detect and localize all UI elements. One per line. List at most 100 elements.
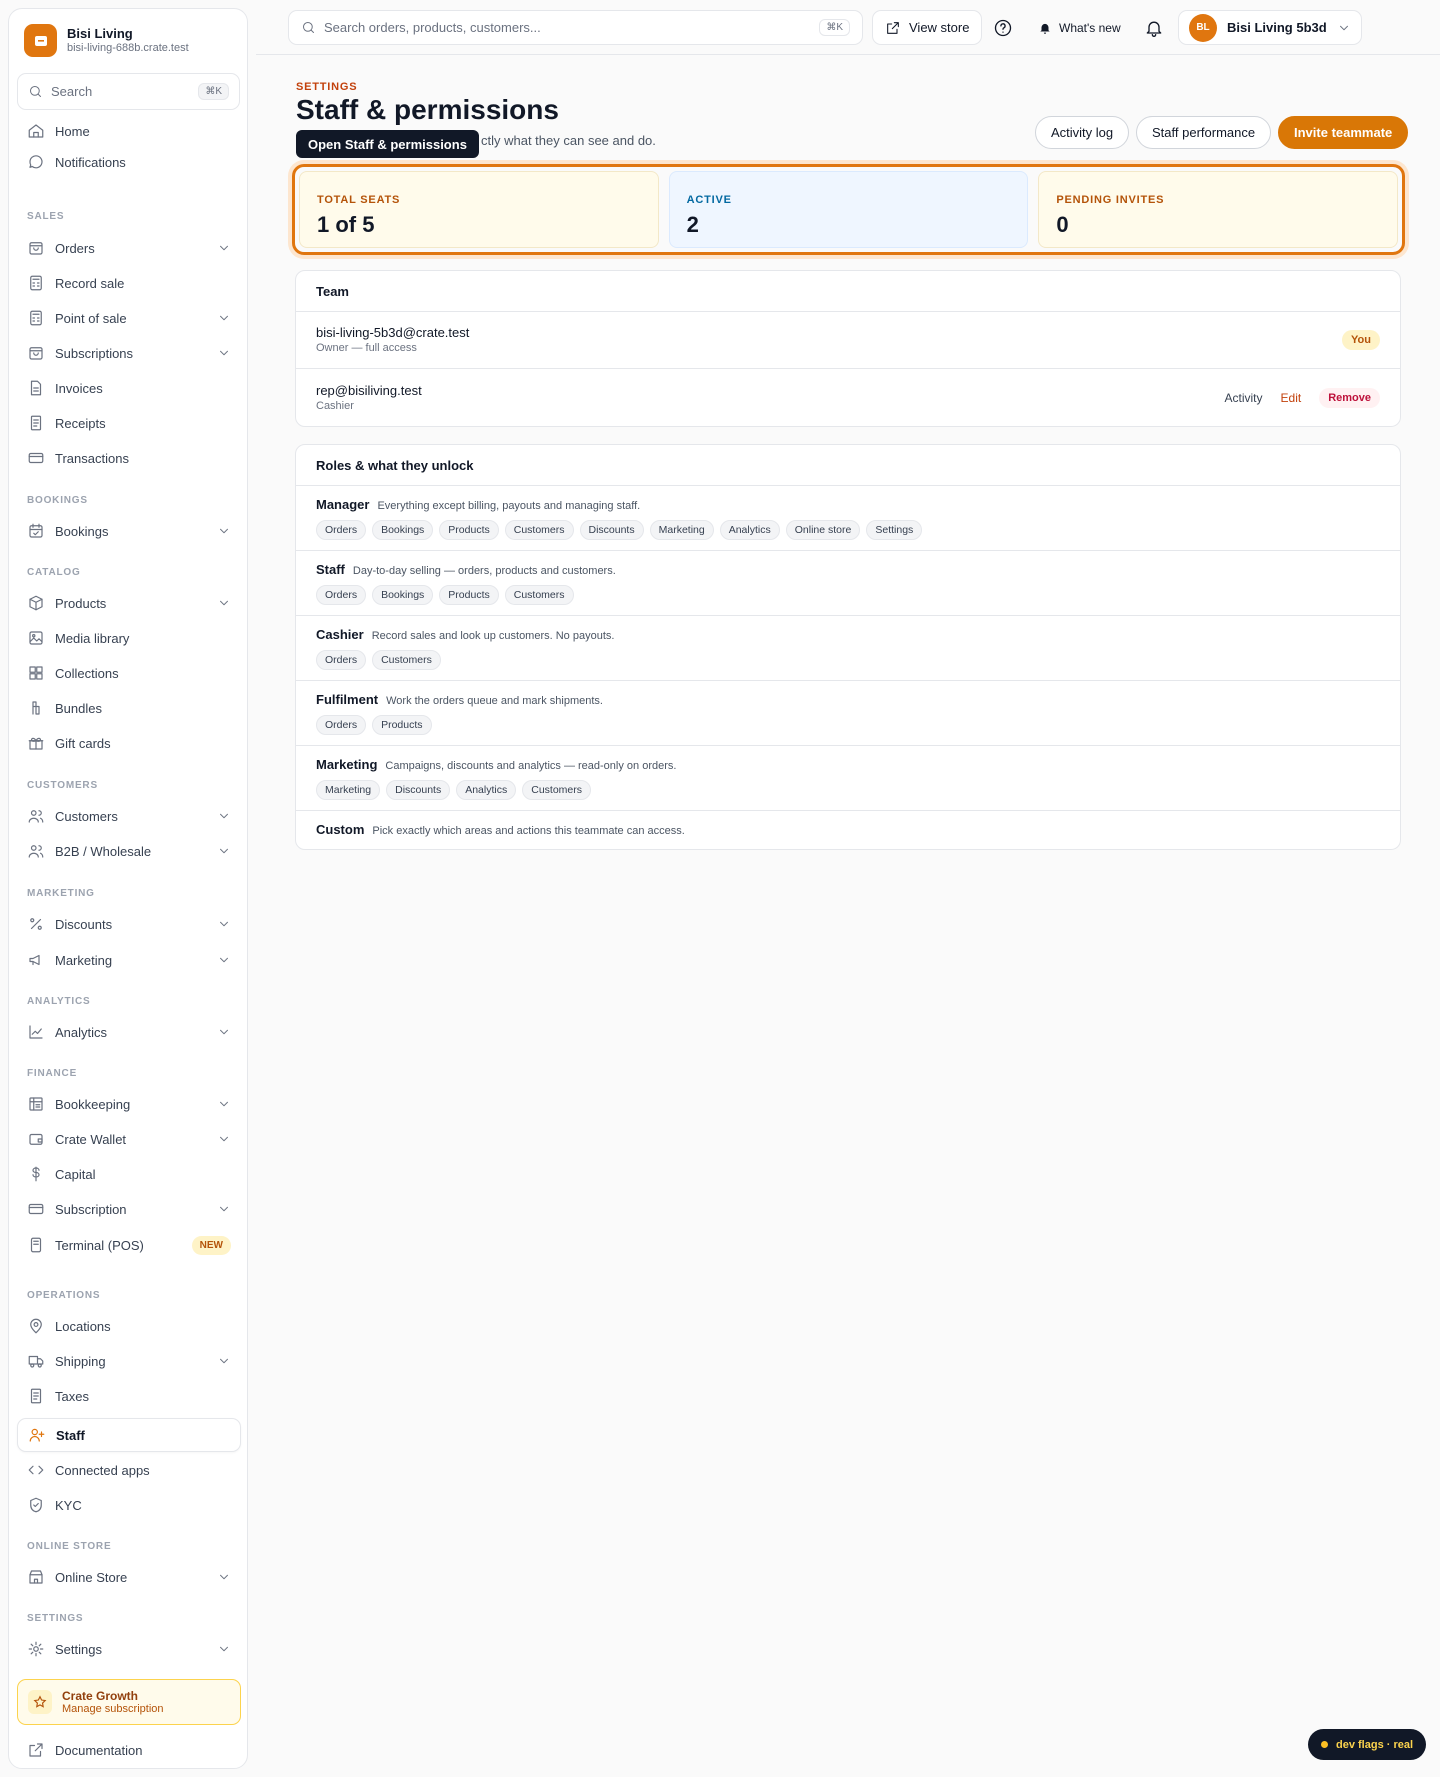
- sidebar-item-media-library[interactable]: Media library: [17, 621, 241, 655]
- sidebar-item-capital[interactable]: Capital: [17, 1157, 241, 1191]
- sidebar-search[interactable]: Search ⌘K: [17, 73, 240, 110]
- crate-growth-card[interactable]: Crate Growth Manage subscription: [17, 1679, 241, 1725]
- chevron-down-icon[interactable]: [217, 1132, 231, 1146]
- sidebar-item-marketing[interactable]: Marketing: [17, 943, 241, 977]
- sidebar-item-customers[interactable]: Customers: [17, 799, 241, 833]
- sidebar-item-online-store[interactable]: Online Store: [17, 1560, 241, 1594]
- permission-chip: Bookings: [372, 585, 434, 605]
- chevron-down-icon[interactable]: [217, 1642, 231, 1656]
- credit-card-icon: [28, 452, 44, 464]
- chevron-down-icon[interactable]: [217, 1097, 231, 1111]
- permission-chip: Orders: [316, 585, 367, 605]
- chevron-down-icon[interactable]: [217, 1354, 231, 1368]
- chevron-down-icon[interactable]: [217, 953, 231, 967]
- sidebar-item-kyc[interactable]: KYC: [17, 1488, 241, 1522]
- permission-chips: Marketing Discounts Analytics Customers: [316, 780, 1380, 800]
- permission-chip: Marketing: [649, 520, 714, 540]
- dev-flags-pill[interactable]: dev flags · real: [1308, 1729, 1427, 1760]
- ledger-icon: [29, 1097, 43, 1111]
- help-button[interactable]: [993, 10, 1013, 45]
- sidebar-item-label: Staff: [56, 1427, 85, 1443]
- sidebar-item-orders[interactable]: Orders: [17, 231, 241, 265]
- sidebar-item-gift-cards[interactable]: Gift cards: [17, 726, 241, 760]
- sidebar-item-label: Documentation: [55, 1742, 143, 1758]
- sidebar-item-shipping[interactable]: Shipping: [17, 1344, 241, 1378]
- terminal-icon: [30, 1237, 42, 1253]
- sidebar-item-bookings[interactable]: Bookings: [17, 514, 241, 548]
- sidebar-section-finance: FINANCE: [27, 1068, 78, 1079]
- chevron-down-icon[interactable]: [217, 1570, 231, 1584]
- chevron-down-icon[interactable]: [217, 524, 231, 538]
- sidebar-item-subscription[interactable]: Subscription: [17, 1192, 241, 1226]
- member-activity-link[interactable]: Activity: [1225, 391, 1263, 405]
- sidebar-item-terminal-pos[interactable]: Terminal (POS) NEW: [17, 1228, 241, 1262]
- sidebar-item-analytics[interactable]: Analytics: [17, 1015, 241, 1049]
- activity-log-button[interactable]: Activity log: [1035, 116, 1130, 149]
- sidebar-item-receipts[interactable]: Receipts: [17, 406, 241, 440]
- dollar-icon: [32, 1166, 40, 1182]
- sidebar-search-label: Search: [51, 84, 93, 99]
- whats-new-button[interactable]: What's new: [1038, 10, 1121, 45]
- sidebar-item-b2b-wholesale[interactable]: B2B / Wholesale: [17, 834, 241, 868]
- avatar: BL: [1189, 13, 1217, 42]
- sidebar-item-point-of-sale[interactable]: Point of sale: [17, 301, 241, 335]
- member-edit-link[interactable]: Edit: [1281, 391, 1302, 405]
- sidebar-item-bundles[interactable]: Bundles: [17, 691, 241, 725]
- sidebar-item-crate-wallet[interactable]: Crate Wallet: [17, 1122, 241, 1156]
- chevron-down-icon[interactable]: [217, 844, 231, 858]
- role-description: Work the orders queue and mark shipments…: [386, 695, 603, 707]
- permission-chip: Analytics: [719, 520, 780, 540]
- sidebar-item-label: Locations: [55, 1318, 111, 1334]
- sidebar-item-products[interactable]: Products: [17, 586, 241, 620]
- sidebar-section-online-store: ONLINE STORE: [27, 1541, 112, 1552]
- stats-panel[interactable]: TOTAL SEATS 1 of 5 ACTIVE 2 PENDING INVITES 0: [292, 164, 1405, 255]
- map-pin-icon: [30, 1318, 42, 1334]
- chevron-down-icon[interactable]: [217, 917, 231, 931]
- permission-chip: Orders: [316, 650, 367, 670]
- sidebar-item-collections[interactable]: Collections: [17, 656, 241, 690]
- sidebar-item-label: Media library: [55, 630, 130, 646]
- sidebar-item-transactions[interactable]: Transactions: [17, 441, 241, 475]
- cube-icon: [29, 595, 43, 611]
- sidebar-item-connected-apps[interactable]: Connected apps: [17, 1453, 241, 1487]
- global-search-input[interactable]: Search orders, products, customers... ⌘K: [288, 10, 863, 45]
- chevron-down-icon[interactable]: [217, 1202, 231, 1216]
- member-remove-button[interactable]: Remove: [1319, 387, 1380, 408]
- chevron-down-icon[interactable]: [217, 1025, 231, 1039]
- chevron-down-icon[interactable]: [217, 241, 231, 255]
- brand[interactable]: Bisi Living bisi-living-688b.crate.test: [24, 24, 189, 57]
- sidebar-item-staff[interactable]: Staff: [17, 1418, 241, 1452]
- sidebar-item-discounts[interactable]: Discounts: [17, 907, 241, 941]
- sidebar-item-invoices[interactable]: Invoices: [17, 371, 241, 405]
- shield-check-icon: [30, 1497, 42, 1513]
- sidebar-item-bookkeeping[interactable]: Bookkeeping: [17, 1087, 241, 1121]
- notifications-button[interactable]: [1144, 10, 1164, 45]
- chevron-down-icon[interactable]: [217, 311, 231, 325]
- sidebar-item-locations[interactable]: Locations: [17, 1309, 241, 1343]
- chevron-down-icon[interactable]: [217, 809, 231, 823]
- account-menu[interactable]: BL Bisi Living 5b3d: [1178, 10, 1362, 45]
- permission-chip: Settings: [866, 520, 923, 540]
- chevron-down-icon[interactable]: [217, 346, 231, 360]
- team-card: Team bisi-living-5b3d@crate.test Owner —…: [295, 270, 1401, 427]
- sidebar-item-settings[interactable]: Settings: [17, 1632, 241, 1666]
- page-title: Staff & permissions: [296, 94, 559, 125]
- invite-teammate-button[interactable]: Invite teammate: [1278, 116, 1409, 149]
- home-icon: [28, 124, 44, 138]
- view-store-button[interactable]: View store: [872, 10, 983, 45]
- receipt-icon: [30, 415, 42, 431]
- sidebar-item-home[interactable]: Home: [17, 114, 241, 148]
- page-eyebrow: SETTINGS: [296, 81, 358, 93]
- truck-icon: [28, 1355, 44, 1368]
- sidebar-item-record-sale[interactable]: Record sale: [17, 266, 241, 300]
- role-description: Pick exactly which areas and actions thi…: [372, 825, 685, 837]
- staff-performance-button[interactable]: Staff performance: [1136, 116, 1272, 149]
- chevron-down-icon[interactable]: [217, 596, 231, 610]
- sidebar-item-taxes[interactable]: Taxes: [17, 1379, 241, 1413]
- sidebar-section-settings: SETTINGS: [27, 1613, 84, 1624]
- sidebar-item-notifications[interactable]: Notifications: [17, 145, 241, 179]
- sidebar-item-documentation[interactable]: Documentation: [17, 1733, 241, 1767]
- page-subtitle-text: ctly what they can see and do.: [481, 133, 656, 148]
- sidebar-item-subscriptions[interactable]: Subscriptions: [17, 336, 241, 370]
- sidebar-item-label: Terminal (POS): [55, 1237, 144, 1253]
